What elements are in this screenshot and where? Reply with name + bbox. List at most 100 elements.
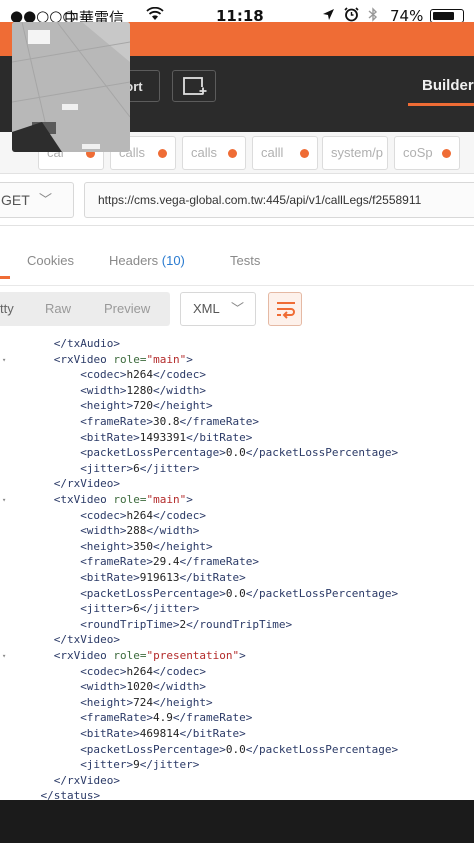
xml-token: 0.0 bbox=[225, 446, 246, 460]
tab-tests[interactable]: Tests bbox=[230, 253, 260, 268]
request-tab-label: calls bbox=[191, 145, 218, 160]
code-line: <packetLossPercentage>0.0</packetLossPer… bbox=[80, 445, 398, 461]
xml-token: 1020 bbox=[126, 680, 154, 694]
xml-token: 720 bbox=[133, 399, 154, 413]
headers-count: (10) bbox=[161, 253, 185, 268]
xml-token: <roundTripTime> bbox=[80, 617, 180, 631]
response-format-bar: tty Raw Preview XML ﹀ bbox=[0, 288, 474, 332]
request-url-row: GET ﹀ https://cms.vega-global.com.tw:445… bbox=[0, 174, 474, 226]
fold-toggle-icon[interactable]: ▾ bbox=[2, 496, 6, 504]
code-line: <bitRate>469814</bitRate> bbox=[80, 726, 246, 742]
xml-token: </frameRate> bbox=[179, 555, 260, 569]
xml-token: <codec> bbox=[80, 508, 127, 522]
xml-token: </jitter> bbox=[139, 461, 200, 475]
code-line: <height>350</height> bbox=[80, 539, 212, 555]
xml-token: h264 bbox=[126, 664, 154, 678]
xml-token: <width> bbox=[80, 383, 127, 397]
format-label: XML bbox=[193, 301, 220, 316]
bottom-bar bbox=[0, 800, 474, 843]
xml-token: 29.4 bbox=[153, 555, 180, 569]
xml-token: 30.8 bbox=[153, 415, 180, 428]
tab-headers-label: Headers bbox=[109, 253, 159, 268]
view-preview[interactable]: Preview bbox=[104, 301, 150, 316]
request-tab[interactable]: calls bbox=[182, 136, 246, 170]
xml-token: </height> bbox=[153, 539, 213, 553]
code-line: <packetLossPercentage>0.0</packetLossPer… bbox=[80, 586, 398, 602]
xml-token: </bitRate> bbox=[179, 727, 246, 740]
code-line: <jitter>6</jitter> bbox=[80, 601, 199, 617]
xml-token: <bitRate> bbox=[80, 430, 140, 444]
xml-token: role= bbox=[113, 649, 147, 662]
code-line: <jitter>9</jitter> bbox=[80, 757, 199, 773]
format-select[interactable]: XML ﹀ bbox=[180, 292, 256, 326]
xml-token: </width> bbox=[146, 524, 200, 538]
xml-token: <rxVideo bbox=[53, 352, 114, 366]
xml-token: </packetLossPercentage> bbox=[245, 446, 399, 460]
code-line: <codec>h264</codec> bbox=[80, 664, 206, 680]
code-line: <rxVideo role="main"> bbox=[54, 352, 193, 368]
xml-token: </codec> bbox=[153, 368, 207, 382]
method-label: GET bbox=[1, 192, 30, 208]
code-line: <frameRate>30.8</frameRate> bbox=[80, 414, 259, 430]
xml-token: 288 bbox=[126, 524, 147, 538]
view-raw[interactable]: Raw bbox=[45, 301, 71, 316]
request-tab-label: system/p bbox=[331, 145, 384, 160]
code-line: <width>1020</width> bbox=[80, 679, 206, 695]
tab-cookies[interactable]: Cookies bbox=[27, 253, 74, 268]
view-mode-segmented: tty Raw Preview bbox=[0, 292, 170, 326]
xml-token: <jitter> bbox=[80, 461, 134, 475]
video-pip-overlay[interactable] bbox=[12, 22, 130, 152]
xml-token: </frameRate> bbox=[172, 711, 253, 725]
xml-token: </rxVideo> bbox=[53, 477, 120, 491]
fold-toggle-icon[interactable]: ▾ bbox=[2, 356, 6, 364]
xml-token: </packetLossPercentage> bbox=[245, 742, 399, 756]
xml-token: 350 bbox=[133, 539, 154, 553]
xml-token: 919613 bbox=[139, 571, 180, 584]
xml-token: 9 bbox=[133, 758, 140, 772]
tab-headers[interactable]: Headers (10) bbox=[109, 253, 185, 268]
xml-token: <codec> bbox=[80, 664, 127, 678]
code-line: <width>1280</width> bbox=[80, 383, 206, 399]
xml-token: 724 bbox=[133, 695, 154, 709]
code-line: </txAudio> bbox=[54, 336, 120, 352]
tab-builder[interactable]: Builder bbox=[408, 66, 474, 106]
new-window-icon bbox=[183, 77, 207, 95]
xml-token: <rxVideo bbox=[53, 649, 114, 662]
xml-token: "presentation" bbox=[146, 649, 240, 662]
response-body-viewer[interactable]: </txAudio> ▾ <rxVideo role="main"> <codec>h… bbox=[0, 336, 474, 822]
xml-token: 1493391 bbox=[139, 430, 187, 444]
xml-token: <jitter> bbox=[80, 758, 134, 772]
active-tab-indicator bbox=[0, 276, 10, 279]
xml-token: <width> bbox=[80, 680, 127, 694]
xml-token: role= bbox=[113, 493, 147, 506]
xml-token: <jitter> bbox=[80, 602, 134, 616]
request-tab[interactable]: calll bbox=[252, 136, 318, 170]
xml-token: "main" bbox=[146, 352, 187, 366]
response-tabs: Cookies Headers (10) Tests bbox=[0, 238, 474, 286]
xml-token: </codec> bbox=[153, 664, 207, 678]
xml-token: </jitter> bbox=[139, 602, 200, 616]
url-input[interactable]: https://cms.vega-global.com.tw:445/api/v… bbox=[84, 182, 474, 218]
xml-token: role= bbox=[113, 352, 147, 366]
wrap-lines-button[interactable] bbox=[268, 292, 302, 326]
xml-token: 6 bbox=[133, 602, 140, 616]
code-line: <frameRate>29.4</frameRate> bbox=[80, 554, 259, 570]
xml-token: 0.0 bbox=[225, 586, 246, 600]
code-line: <codec>h264</codec> bbox=[80, 367, 206, 383]
code-line: <packetLossPercentage>0.0</packetLossPer… bbox=[80, 742, 398, 758]
request-tab[interactable]: system/p bbox=[322, 136, 388, 170]
request-tab[interactable]: coSp bbox=[394, 136, 460, 170]
battery-icon bbox=[430, 9, 464, 23]
view-pretty[interactable]: tty bbox=[0, 301, 14, 316]
code-line: <width>288</width> bbox=[80, 523, 199, 539]
new-window-button[interactable] bbox=[172, 70, 216, 102]
xml-token: <width> bbox=[80, 524, 127, 538]
method-select[interactable]: GET ﹀ bbox=[0, 182, 74, 218]
xml-token: </packetLossPercentage> bbox=[245, 586, 399, 600]
xml-token: </roundTripTime> bbox=[186, 617, 293, 631]
fold-toggle-icon[interactable]: ▾ bbox=[2, 652, 6, 660]
xml-token: <bitRate> bbox=[80, 571, 140, 584]
chevron-down-icon: ﹀ bbox=[231, 301, 245, 316]
code-line: <bitRate>919613</bitRate> bbox=[80, 570, 246, 586]
xml-token: </frameRate> bbox=[179, 415, 260, 428]
